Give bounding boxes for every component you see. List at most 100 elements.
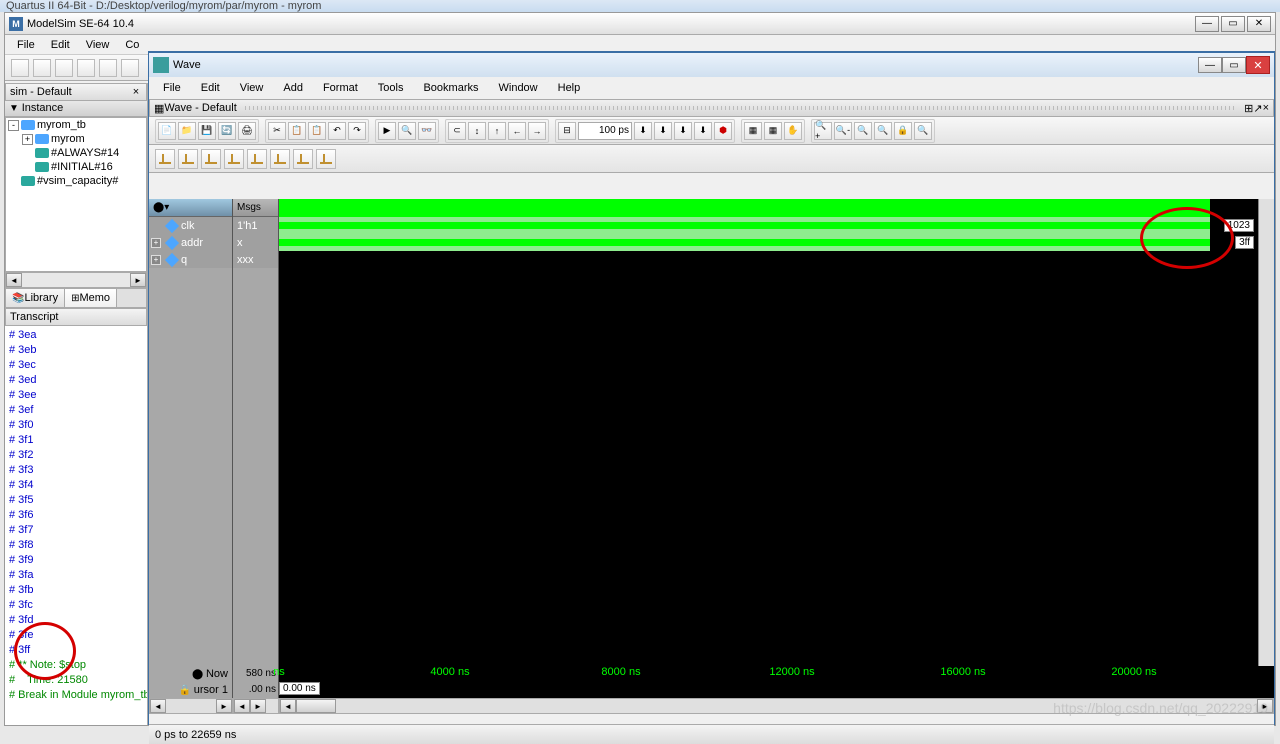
zoom-full-icon[interactable]: 🔍 (854, 122, 872, 140)
continue-icon[interactable]: ⬇ (674, 122, 692, 140)
run-icon[interactable]: ▶ (378, 122, 396, 140)
tb-new-icon[interactable] (11, 59, 29, 77)
layout2-icon[interactable]: ▦ (764, 122, 782, 140)
time-ruler[interactable]: ns4000 ns8000 ns12000 ns16000 ns20000 ns (279, 666, 1274, 682)
tab-memory[interactable]: ⊞ Memo (65, 289, 117, 307)
sim-panel-header[interactable]: sim - Default × (5, 83, 147, 101)
tb-open-icon[interactable] (33, 59, 51, 77)
scroll-left-icon[interactable]: ◄ (6, 273, 22, 287)
cursor-tool-3-icon[interactable] (201, 149, 221, 169)
tb-cut-icon[interactable] (99, 59, 117, 77)
cursor-tool-7-icon[interactable] (293, 149, 313, 169)
undo-icon[interactable]: ↶ (328, 122, 346, 140)
step-icon[interactable]: ⊟ (558, 122, 576, 140)
menu-view[interactable]: View (78, 37, 118, 53)
zoom-in-icon[interactable]: 🔍+ (814, 122, 832, 140)
scroll-right-icon[interactable]: ► (130, 273, 146, 287)
right-icon[interactable]: → (528, 122, 546, 140)
signal-names-column[interactable]: ⬤▾ clk+addr+q (149, 199, 233, 686)
wave-menu-window[interactable]: Window (489, 79, 548, 97)
msgs-hscroll[interactable]: ◄► (233, 698, 279, 714)
wave-menu-view[interactable]: View (230, 79, 274, 97)
wave-menu-bookmarks[interactable]: Bookmarks (413, 79, 488, 97)
menu-compile[interactable]: Co (117, 37, 147, 53)
cursor-tool-1-icon[interactable] (155, 149, 175, 169)
signal-msgs-column[interactable]: Msgs 1'h1xxxx (233, 199, 279, 686)
transcript-body[interactable]: # 3ea# 3eb# 3ec# 3ed# 3ee# 3ef# 3f0# 3f1… (5, 326, 147, 725)
transcript-header[interactable]: Transcript (5, 308, 147, 326)
cursor-marker[interactable]: 0.00 ns (279, 682, 320, 695)
new-icon[interactable]: 📄 (158, 122, 176, 140)
wave-title-bar[interactable]: Wave — ▭ ✕ (149, 53, 1274, 77)
cursor-tool-6-icon[interactable] (270, 149, 290, 169)
signal-q[interactable]: +q (149, 251, 232, 268)
timestep-input[interactable] (578, 122, 632, 140)
left-icon[interactable]: ← (508, 122, 526, 140)
zoom-cursor-icon[interactable]: 🔍 (874, 122, 892, 140)
tb-print-icon[interactable] (77, 59, 95, 77)
paste-icon[interactable]: 📋 (308, 122, 326, 140)
wave-maximize-button[interactable]: ▭ (1222, 57, 1246, 73)
wave-menu-edit[interactable]: Edit (191, 79, 230, 97)
tree-item-#ALWAYS#14[interactable]: #ALWAYS#14 (6, 146, 146, 160)
wave-menu-tools[interactable]: Tools (368, 79, 414, 97)
tb-copy-icon[interactable] (121, 59, 139, 77)
wave-vscroll[interactable] (1258, 199, 1274, 686)
wave-close-button[interactable]: ✕ (1246, 56, 1270, 74)
modelsim-title-bar[interactable]: M ModelSim SE-64 10.4 — ▭ ✕ (5, 13, 1275, 35)
wave-menu-add[interactable]: Add (273, 79, 313, 97)
signal-clk[interactable]: clk (149, 217, 232, 234)
menu-edit[interactable]: Edit (43, 37, 78, 53)
layout1-icon[interactable]: ▦ (744, 122, 762, 140)
wave-menu-help[interactable]: Help (548, 79, 591, 97)
run-all-icon[interactable]: ⬇ (654, 122, 672, 140)
contains-icon[interactable]: ⊂ (448, 122, 466, 140)
save-icon[interactable]: 💾 (198, 122, 216, 140)
find-icon[interactable]: 🔍 (398, 122, 416, 140)
tree-hscroll[interactable]: ◄ ► (5, 272, 147, 288)
tab-library[interactable]: 📚 Library (6, 289, 65, 307)
minimize-button[interactable]: — (1195, 16, 1219, 32)
cursor-tool-5-icon[interactable] (247, 149, 267, 169)
cut-icon[interactable]: ✂ (268, 122, 286, 140)
signal-names-header[interactable]: ⬤▾ (149, 199, 232, 217)
tree-item-myrom_tb[interactable]: -myrom_tb (6, 118, 146, 132)
cursor-icon[interactable]: ↕ (468, 122, 486, 140)
zoom-lock-icon[interactable]: 🔒 (894, 122, 912, 140)
wave-undock-icon[interactable]: ↗ (1253, 102, 1262, 115)
wave-pin-icon[interactable]: ⊞ (1244, 102, 1253, 115)
hand-icon[interactable]: ✋ (784, 122, 802, 140)
maximize-button[interactable]: ▭ (1221, 16, 1245, 32)
open-icon[interactable]: 📁 (178, 122, 196, 140)
break-icon[interactable]: ⬇ (694, 122, 712, 140)
run-step-icon[interactable]: ⬇ (634, 122, 652, 140)
cursor-body[interactable]: 0.00 ns (279, 682, 1274, 698)
tb-save-icon[interactable] (55, 59, 73, 77)
wave-close-icon[interactable]: × (1263, 102, 1269, 114)
binoculars-icon[interactable]: 👓 (418, 122, 436, 140)
wave-canvas[interactable]: 1023 3ff (279, 199, 1258, 686)
cursor-tool-8-icon[interactable] (316, 149, 336, 169)
tree-item-myrom[interactable]: +myrom (6, 132, 146, 146)
print-icon[interactable]: 🖨 (238, 122, 256, 140)
stop-icon[interactable]: ⬢ (714, 122, 732, 140)
tree-item-#vsim_capacity#[interactable]: #vsim_capacity# (6, 174, 146, 188)
instance-tree[interactable]: -myrom_tb+myrom#ALWAYS#14#INITIAL#16#vsi… (5, 117, 147, 272)
cursor-tool-4-icon[interactable] (224, 149, 244, 169)
cursor-tool-2-icon[interactable] (178, 149, 198, 169)
zoom-out-icon[interactable]: 🔍- (834, 122, 852, 140)
close-button[interactable]: ✕ (1247, 16, 1271, 32)
zoom-range-icon[interactable]: 🔍 (914, 122, 932, 140)
copy-icon[interactable]: 📋 (288, 122, 306, 140)
sim-panel-close-icon[interactable]: × (130, 86, 142, 98)
wave-default-header[interactable]: ▦ Wave - Default ⊞ ↗ × (149, 99, 1274, 117)
redo-icon[interactable]: ↷ (348, 122, 366, 140)
names-hscroll[interactable]: ◄► (149, 698, 233, 714)
wave-menu-format[interactable]: Format (313, 79, 368, 97)
reload-icon[interactable]: 🔄 (218, 122, 236, 140)
signal-addr[interactable]: +addr (149, 234, 232, 251)
cursor-label[interactable]: 🔒 ursor 1 (149, 682, 233, 698)
instance-column-header[interactable]: ▼ Instance (5, 101, 147, 117)
up-icon[interactable]: ↑ (488, 122, 506, 140)
tree-item-#INITIAL#16[interactable]: #INITIAL#16 (6, 160, 146, 174)
